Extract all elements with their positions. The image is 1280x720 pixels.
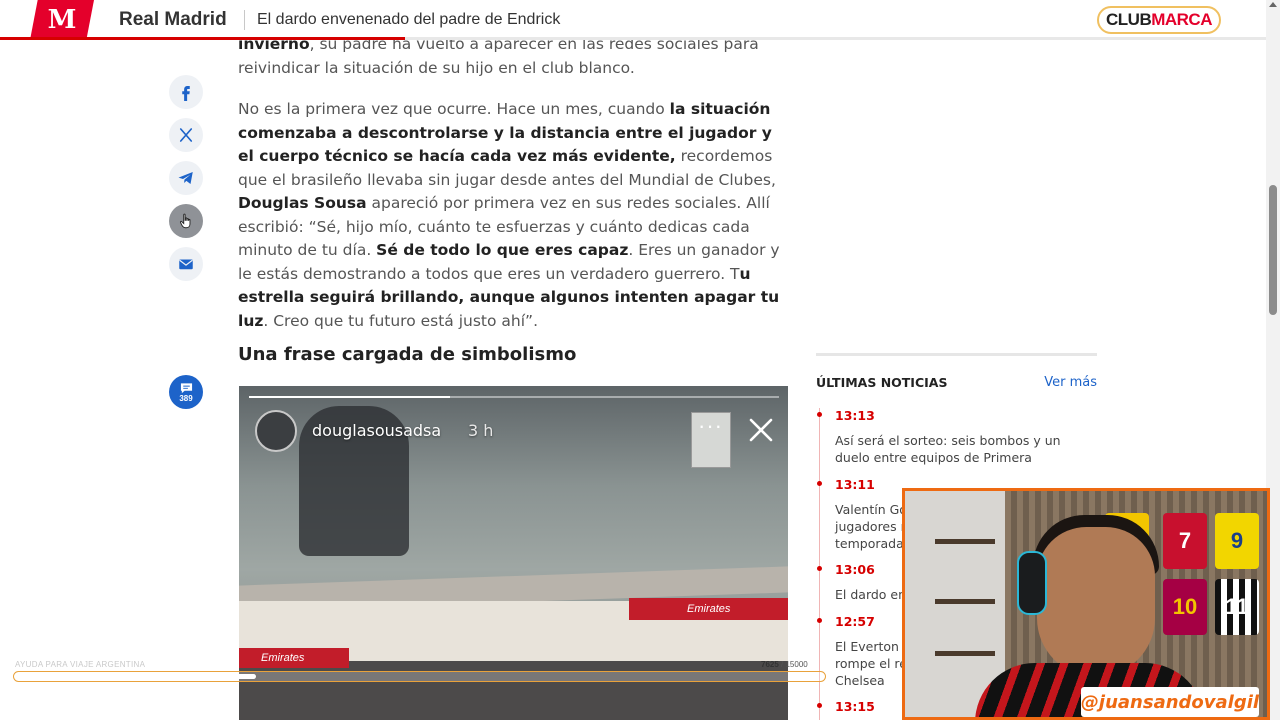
news-top-divider: [816, 353, 1097, 356]
story-more-icon[interactable]: ···: [698, 413, 723, 439]
article-text: . Creo que tu futuro está justo ahí”.: [263, 311, 539, 330]
facebook-share-button[interactable]: [169, 75, 203, 109]
story-ad-text-2: Emirates: [261, 652, 305, 664]
story-avatar[interactable]: [255, 410, 297, 452]
story-time: 3 h: [468, 421, 494, 440]
jersey-frame: 10: [1163, 579, 1207, 635]
donation-goal-fill: [15, 674, 257, 679]
news-time: 13:13: [835, 408, 875, 423]
donation-goal-current: 7625: [761, 660, 779, 669]
article-subheading: Una frase cargada de simbolismo: [238, 344, 577, 365]
article-paragraph-2: No es la primera vez que ocurre. Hace un…: [238, 98, 788, 333]
story-progress-fill: [249, 396, 451, 398]
top-divider: [244, 10, 245, 30]
streamer-webcam: 10 7 9 10 11 @juansandovalgil: [902, 488, 1270, 720]
scroll-up-arrow-icon[interactable]: [1269, 2, 1277, 7]
timeline-dot: [817, 703, 822, 708]
news-headline[interactable]: Así será el sorteo: seis bombos y un due…: [835, 432, 1097, 466]
comment-icon: [180, 382, 192, 393]
latest-news-heading: ÚLTIMAS NOTICIAS: [816, 375, 948, 390]
club-marca-part2: MARCA: [1151, 10, 1212, 29]
timeline-dot: [817, 618, 822, 623]
news-time: 13:06: [835, 562, 875, 577]
article-body: invierno, su padre ha vuelto a aparecer …: [238, 33, 788, 351]
streamer-handle-box: @juansandovalgil: [1081, 687, 1259, 717]
news-time: 13:15: [835, 699, 875, 714]
timeline-dot: [817, 412, 822, 417]
news-time: 12:57: [835, 614, 875, 629]
comments-count: 389: [179, 393, 193, 403]
x-share-button[interactable]: [169, 118, 203, 152]
x-icon: [179, 128, 193, 142]
facebook-icon: [182, 86, 190, 101]
email-share-button[interactable]: [169, 247, 203, 281]
article-bold-text: Sé de todo lo que eres capaz: [376, 241, 629, 259]
instagram-story-embed[interactable]: Emirates Emirates douglasousadsa 3 h ···: [239, 386, 788, 720]
topbar-red-accent: [0, 37, 405, 40]
donation-goal-count: 7625 / 15000: [761, 660, 808, 669]
article-text: No es la primera vez que ocurre. Hace un…: [238, 100, 670, 118]
jersey-frame: 9: [1215, 513, 1259, 569]
comments-button[interactable]: 389: [169, 375, 203, 409]
streamer-face: [1037, 527, 1155, 677]
timeline-dot: [817, 481, 822, 486]
telegram-share-button[interactable]: [169, 161, 203, 195]
webcam-shelf: [935, 651, 995, 656]
article-text: , su padre ha vuelto a aparecer en las r…: [238, 35, 759, 77]
page-root: M Real Madrid El dardo envenenado del pa…: [0, 0, 1280, 720]
streamer-handle: @juansandovalgil: [1080, 691, 1260, 713]
club-marca-button[interactable]: CLUB MARCA: [1097, 6, 1221, 34]
story-progress-bar: [249, 396, 779, 398]
article-paragraph-1: invierno, su padre ha vuelto a aparecer …: [238, 33, 788, 80]
jersey-frame: 7: [1163, 513, 1207, 569]
donation-goal-bar: [13, 671, 826, 682]
club-marca-part1: CLUB: [1106, 10, 1152, 29]
marca-logo[interactable]: M: [30, 0, 94, 40]
whatsapp-share-button[interactable]: [169, 204, 203, 238]
donation-goal-label: AYUDA PARA VIAJE ARGENTINA: [15, 660, 146, 669]
webcam-shelf: [935, 539, 995, 544]
story-ad-text: Emirates: [687, 603, 731, 615]
news-time: 13:11: [835, 477, 875, 492]
marca-logo-letter: M: [47, 5, 77, 35]
donation-goal-total: / 15000: [781, 660, 808, 669]
story-close-icon[interactable]: [747, 416, 775, 444]
email-icon: [179, 259, 193, 270]
timeline-dot: [817, 566, 822, 571]
webcam-shelf: [935, 599, 995, 604]
story-floor: [239, 661, 788, 720]
streamer-headset: [1017, 551, 1047, 615]
jersey-frame: 11: [1215, 579, 1259, 635]
see-more-link[interactable]: Ver más: [1044, 375, 1097, 390]
telegram-icon: [178, 172, 193, 184]
hand-pointer-icon: [179, 213, 191, 229]
top-bar: M Real Madrid El dardo envenenado del pa…: [0, 0, 1266, 40]
scroll-thumb[interactable]: [1269, 185, 1277, 315]
article-bold-text: Douglas Sousa: [238, 194, 367, 212]
top-article-title: El dardo envenenado del padre de Endrick: [257, 11, 561, 28]
section-link[interactable]: Real Madrid: [119, 9, 227, 31]
story-username[interactable]: douglasousadsa: [312, 421, 441, 440]
